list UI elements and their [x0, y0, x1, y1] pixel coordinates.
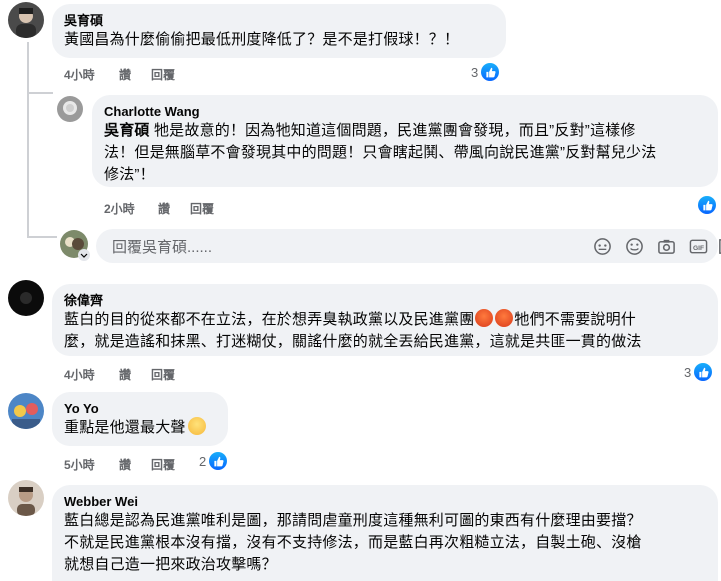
reaction-summary[interactable]: [698, 196, 716, 214]
comment-text-line: 重點是他還最大聲: [64, 419, 186, 436]
comment-text-line: 法！但是無腦草不會發現其中的問題！只會瞎起鬨、帶風向說民進黨”反對幫兒少法: [104, 144, 657, 161]
thread-line-branch: [27, 236, 57, 238]
like-thumb-icon: [694, 363, 713, 381]
comment-text: 重點是他還最大聲: [64, 417, 216, 439]
angry-emoji-icon: [495, 309, 514, 327]
comment-text: 黃國昌為什麼偷偷把最低刑度降低了？是不是打假球！？！: [64, 31, 460, 48]
reaction-summary[interactable]: 3: [684, 363, 713, 381]
comment-author[interactable]: Webber Wei: [64, 493, 706, 510]
gif-icon[interactable]: GIF: [689, 237, 708, 256]
comment-author[interactable]: 吳育碩: [64, 12, 494, 29]
comment-time[interactable]: 2小時: [104, 200, 158, 217]
comment-text: 吳育碩 牠是故意的！因為牠知道這個問題，民進黨團會發現，而且”反對”這樣修 法！…: [104, 120, 704, 186]
avatar-yo-yo[interactable]: [8, 393, 44, 429]
avatar-sticker-icon[interactable]: [593, 237, 612, 256]
comment-time[interactable]: 4小時: [64, 66, 119, 83]
mention-link[interactable]: 吳育碩: [104, 122, 150, 139]
reaction-count: 3: [471, 64, 479, 80]
comment-bubble: Webber Wei 藍白總是認為民進黨唯利是圖，那請問虐童刑度這種無利可圖的東…: [52, 485, 718, 581]
comment-meta: 4小時 讚 回覆: [64, 366, 175, 383]
comment-bubble: 吳育碩 黃國昌為什麼偷偷把最低刑度降低了？是不是打假球！？！: [52, 4, 506, 58]
like-button[interactable]: 讚: [158, 200, 190, 217]
camera-icon[interactable]: [657, 237, 676, 256]
reply-button[interactable]: 回覆: [190, 200, 214, 217]
comment-meta: 5小時 讚 回覆: [64, 456, 175, 473]
thread-line-vertical: [27, 42, 29, 236]
reaction-summary[interactable]: 2: [199, 452, 228, 470]
like-button[interactable]: 讚: [119, 366, 151, 383]
comment-text-line: 藍白總是認為民進黨唯利是圖，那請問虐童刑度這種無利可圖的東西有什麼理由要擋？: [64, 512, 642, 529]
avatar-charlotte-wang[interactable]: [57, 96, 83, 122]
comment-time[interactable]: 4小時: [64, 366, 119, 383]
comment-bubble: Yo Yo 重點是他還最大聲: [52, 392, 228, 446]
comment-author[interactable]: Yo Yo: [64, 400, 216, 417]
reaction-summary[interactable]: 3: [471, 63, 500, 81]
reply-button[interactable]: 回覆: [151, 366, 175, 383]
comment-text-line: 不就是民進黨根本沒有擋，沒有不支持修法，而是藍白再次粗糙立法，自製土砲、沒槍: [64, 534, 642, 551]
reaction-count: 2: [199, 453, 207, 469]
comment-text-line: 就想自己造一把來政治攻擊嗎？: [64, 556, 277, 573]
avatar-wu-yushuo[interactable]: [8, 2, 44, 38]
like-thumb-icon: [481, 63, 500, 81]
reaction-count: 3: [684, 364, 692, 380]
reply-button[interactable]: 回覆: [151, 66, 175, 83]
reply-composer: GIF: [96, 229, 721, 265]
svg-text:GIF: GIF: [693, 245, 704, 252]
eye-roll-emoji-icon: [187, 417, 206, 435]
comment-text-line: 藍白的目的從來都不在立法，在於想弄臭執政黨以及民進黨團: [64, 311, 475, 328]
comment-text-line: 修法”！: [104, 166, 155, 183]
comment-text-line: 牠們不需要說明什: [514, 311, 637, 328]
like-button[interactable]: 讚: [119, 456, 151, 473]
comment-author[interactable]: Charlotte Wang: [104, 103, 706, 120]
comment-text: 藍白的目的從來都不在立法，在於想弄臭執政黨以及民進黨團 牠們不需要說明什 麼，就是…: [64, 309, 706, 353]
account-switch-chevron-icon[interactable]: [78, 249, 90, 261]
angry-emoji-icon: [475, 309, 494, 327]
reply-input[interactable]: [110, 229, 414, 265]
like-thumb-icon: [698, 196, 716, 214]
emoji-icon[interactable]: [625, 237, 644, 256]
comment-meta: 4小時 讚 回覆: [64, 66, 175, 83]
thread-line-branch: [27, 92, 53, 94]
comment-bubble: 徐偉齊 藍白的目的從來都不在立法，在於想弄臭執政黨以及民進黨團 牠們不需要說明什 …: [52, 284, 718, 356]
avatar-xu-weiqi[interactable]: [8, 280, 44, 316]
comment-text: 藍白總是認為民進黨唯利是圖，那請問虐童刑度這種無利可圖的東西有什麼理由要擋？ 不…: [64, 510, 706, 576]
comment-time[interactable]: 5小時: [64, 456, 119, 473]
comment-bubble: Charlotte Wang 吳育碩 牠是故意的！因為牠知道這個問題，民進黨團會…: [92, 95, 718, 187]
reply-button[interactable]: 回覆: [151, 456, 175, 473]
comment-meta: 2小時 讚 回覆: [104, 200, 214, 217]
comment-text-line: 麼，就是造謠和抹黑、打迷糊仗，關謠什麼的就全丟給民進黨，這就是共匪一貫的做法: [64, 333, 642, 350]
like-button[interactable]: 讚: [119, 66, 151, 83]
sticker-icon[interactable]: [717, 237, 721, 256]
like-thumb-icon: [209, 452, 228, 470]
comment-author[interactable]: 徐偉齊: [64, 292, 706, 309]
avatar-webber-wei[interactable]: [8, 480, 44, 516]
comment-text-line: 牠是故意的！因為牠知道這個問題，民進黨團會發現，而且”反對”這樣修: [149, 122, 636, 139]
